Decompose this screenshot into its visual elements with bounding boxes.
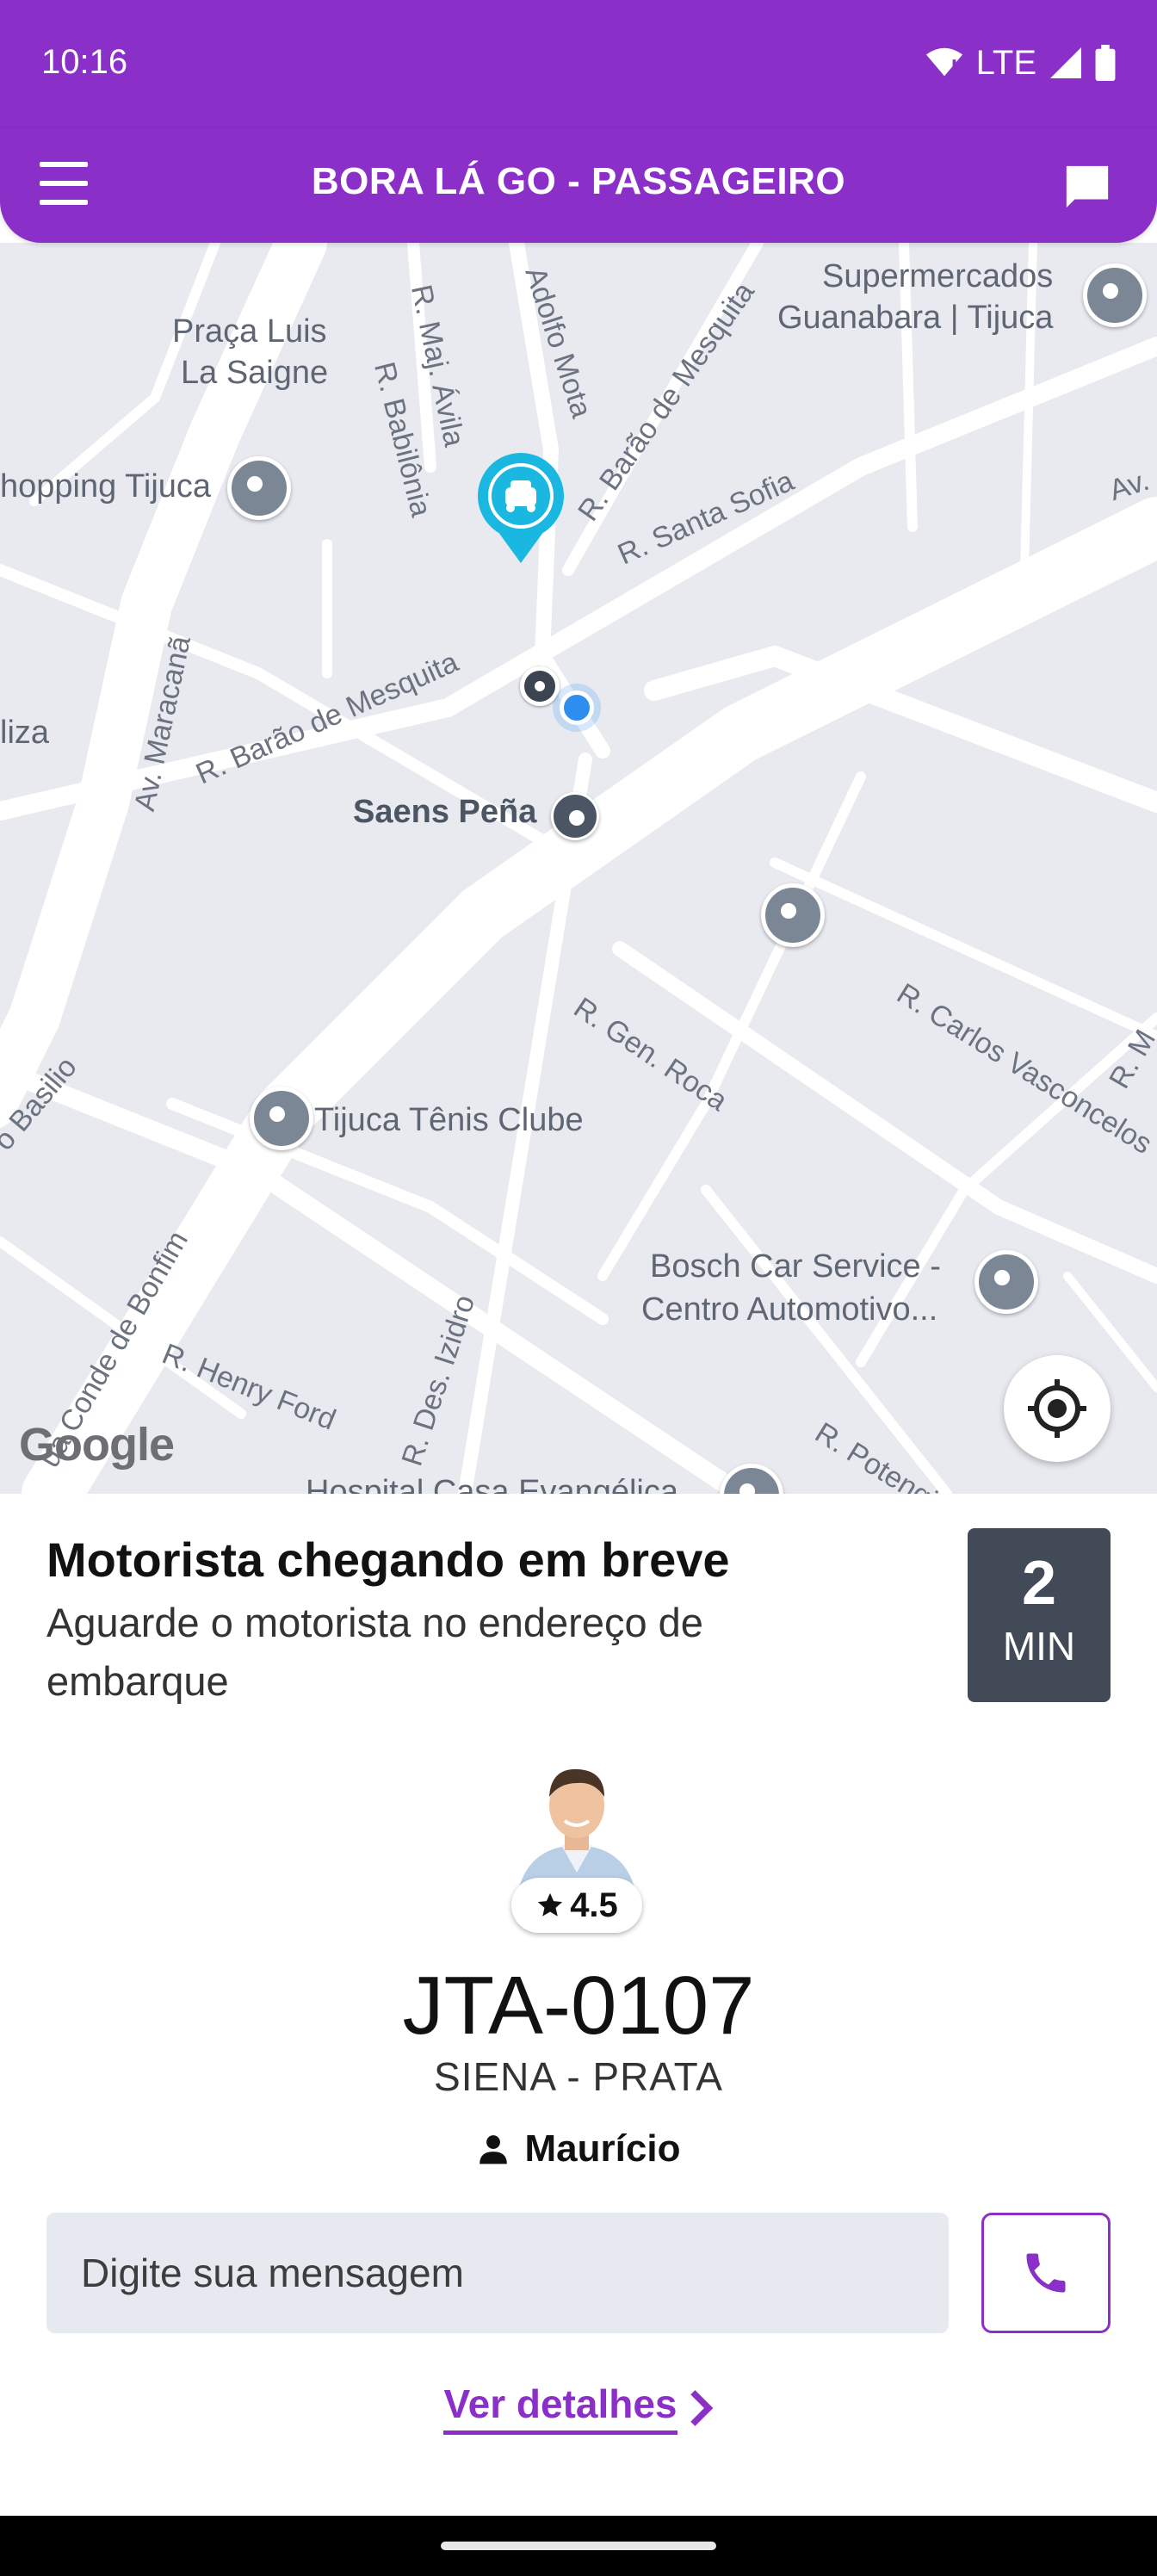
home-gesture-handle[interactable] — [441, 2542, 716, 2550]
map-label: Saens Peña — [353, 794, 537, 830]
map-label: Guanabara | Tijuca — [777, 300, 1054, 336]
system-nav-bar — [0, 2516, 1157, 2576]
metro-station-icon[interactable] — [551, 792, 599, 840]
phone-icon — [1026, 2253, 1066, 2293]
supermarket-poi-icon[interactable] — [1083, 263, 1147, 327]
vehicle-model: SIENA - PRATA — [434, 2054, 723, 2099]
map-label: Bosch Car Service - — [650, 1248, 941, 1285]
map-label: Tijuca Tênis Clube — [314, 1102, 584, 1138]
star-icon — [538, 1892, 563, 1917]
app-title: BORA LÁ GO - PASSAGEIRO — [311, 160, 846, 202]
driver-avatar — [517, 1768, 637, 1898]
map-label: Supermercados — [822, 258, 1054, 294]
signal-icon — [1050, 47, 1081, 78]
club-poi-icon[interactable] — [250, 1087, 313, 1150]
map-label: liza — [0, 715, 50, 751]
eta-unit: MIN — [1002, 1624, 1076, 1669]
map-label: La Saigne — [181, 355, 329, 391]
map-label: Hospital Casa Evangélica — [306, 1474, 679, 1494]
vehicle-plate: JTA-0107 — [402, 1960, 755, 2052]
trip-headline: Motorista chegando em breve — [46, 1533, 730, 1587]
trip-message: Aguarde o motorista no endereço de embar… — [46, 1600, 703, 1704]
call-button[interactable] — [981, 2213, 1111, 2333]
map-label: Praça Luis — [172, 313, 327, 350]
trip-info-panel: Motorista chegando em breve Aguarde o mo… — [0, 1494, 1157, 2518]
map-label: Centro Automotivo... — [641, 1291, 938, 1328]
driver-name-row: Maurício — [0, 2127, 1157, 2170]
person-icon — [479, 2135, 507, 2164]
my-location-icon[interactable] — [1004, 1355, 1111, 1462]
hotel-poi-icon[interactable] — [761, 883, 825, 947]
view-details-label: Ver detalhes — [443, 2381, 677, 2435]
network-type: LTE — [975, 43, 1036, 82]
message-input[interactable] — [46, 2213, 949, 2333]
wifi-icon — [925, 47, 962, 77]
view-details-link[interactable]: Ver detalhes — [0, 2381, 1157, 2435]
shopping-poi-icon[interactable] — [227, 456, 291, 520]
current-location-icon — [560, 690, 594, 725]
driver-name: Maurício — [524, 2127, 681, 2170]
status-time: 10:16 — [41, 43, 128, 81]
rating-value: 4.5 — [570, 1886, 618, 1924]
driver-car-marker-icon — [478, 453, 564, 563]
eta-badge: 2 MIN — [968, 1528, 1111, 1702]
car-service-poi-icon[interactable] — [974, 1250, 1038, 1314]
status-icons: LTE — [925, 41, 1116, 84]
map-label: hopping Tijuca — [0, 468, 212, 505]
battery-icon — [1095, 45, 1116, 81]
google-logo: Google — [19, 1419, 175, 1471]
app-bar: BORA LÁ GO - PASSAGEIRO — [0, 129, 1157, 243]
chat-bubble-icon[interactable] — [1062, 162, 1112, 212]
eta-value: 2 — [1021, 1549, 1057, 1618]
pickup-point-icon — [520, 666, 560, 706]
status-bar: 10:16 LTE — [0, 0, 1157, 129]
map-view[interactable]: Praça Luis La Saigne Supermercados Guana… — [0, 243, 1157, 1494]
chevron-right-icon — [690, 2389, 713, 2426]
map-roads — [0, 243, 1157, 1494]
driver-rating: 4.5 — [511, 1878, 642, 1933]
